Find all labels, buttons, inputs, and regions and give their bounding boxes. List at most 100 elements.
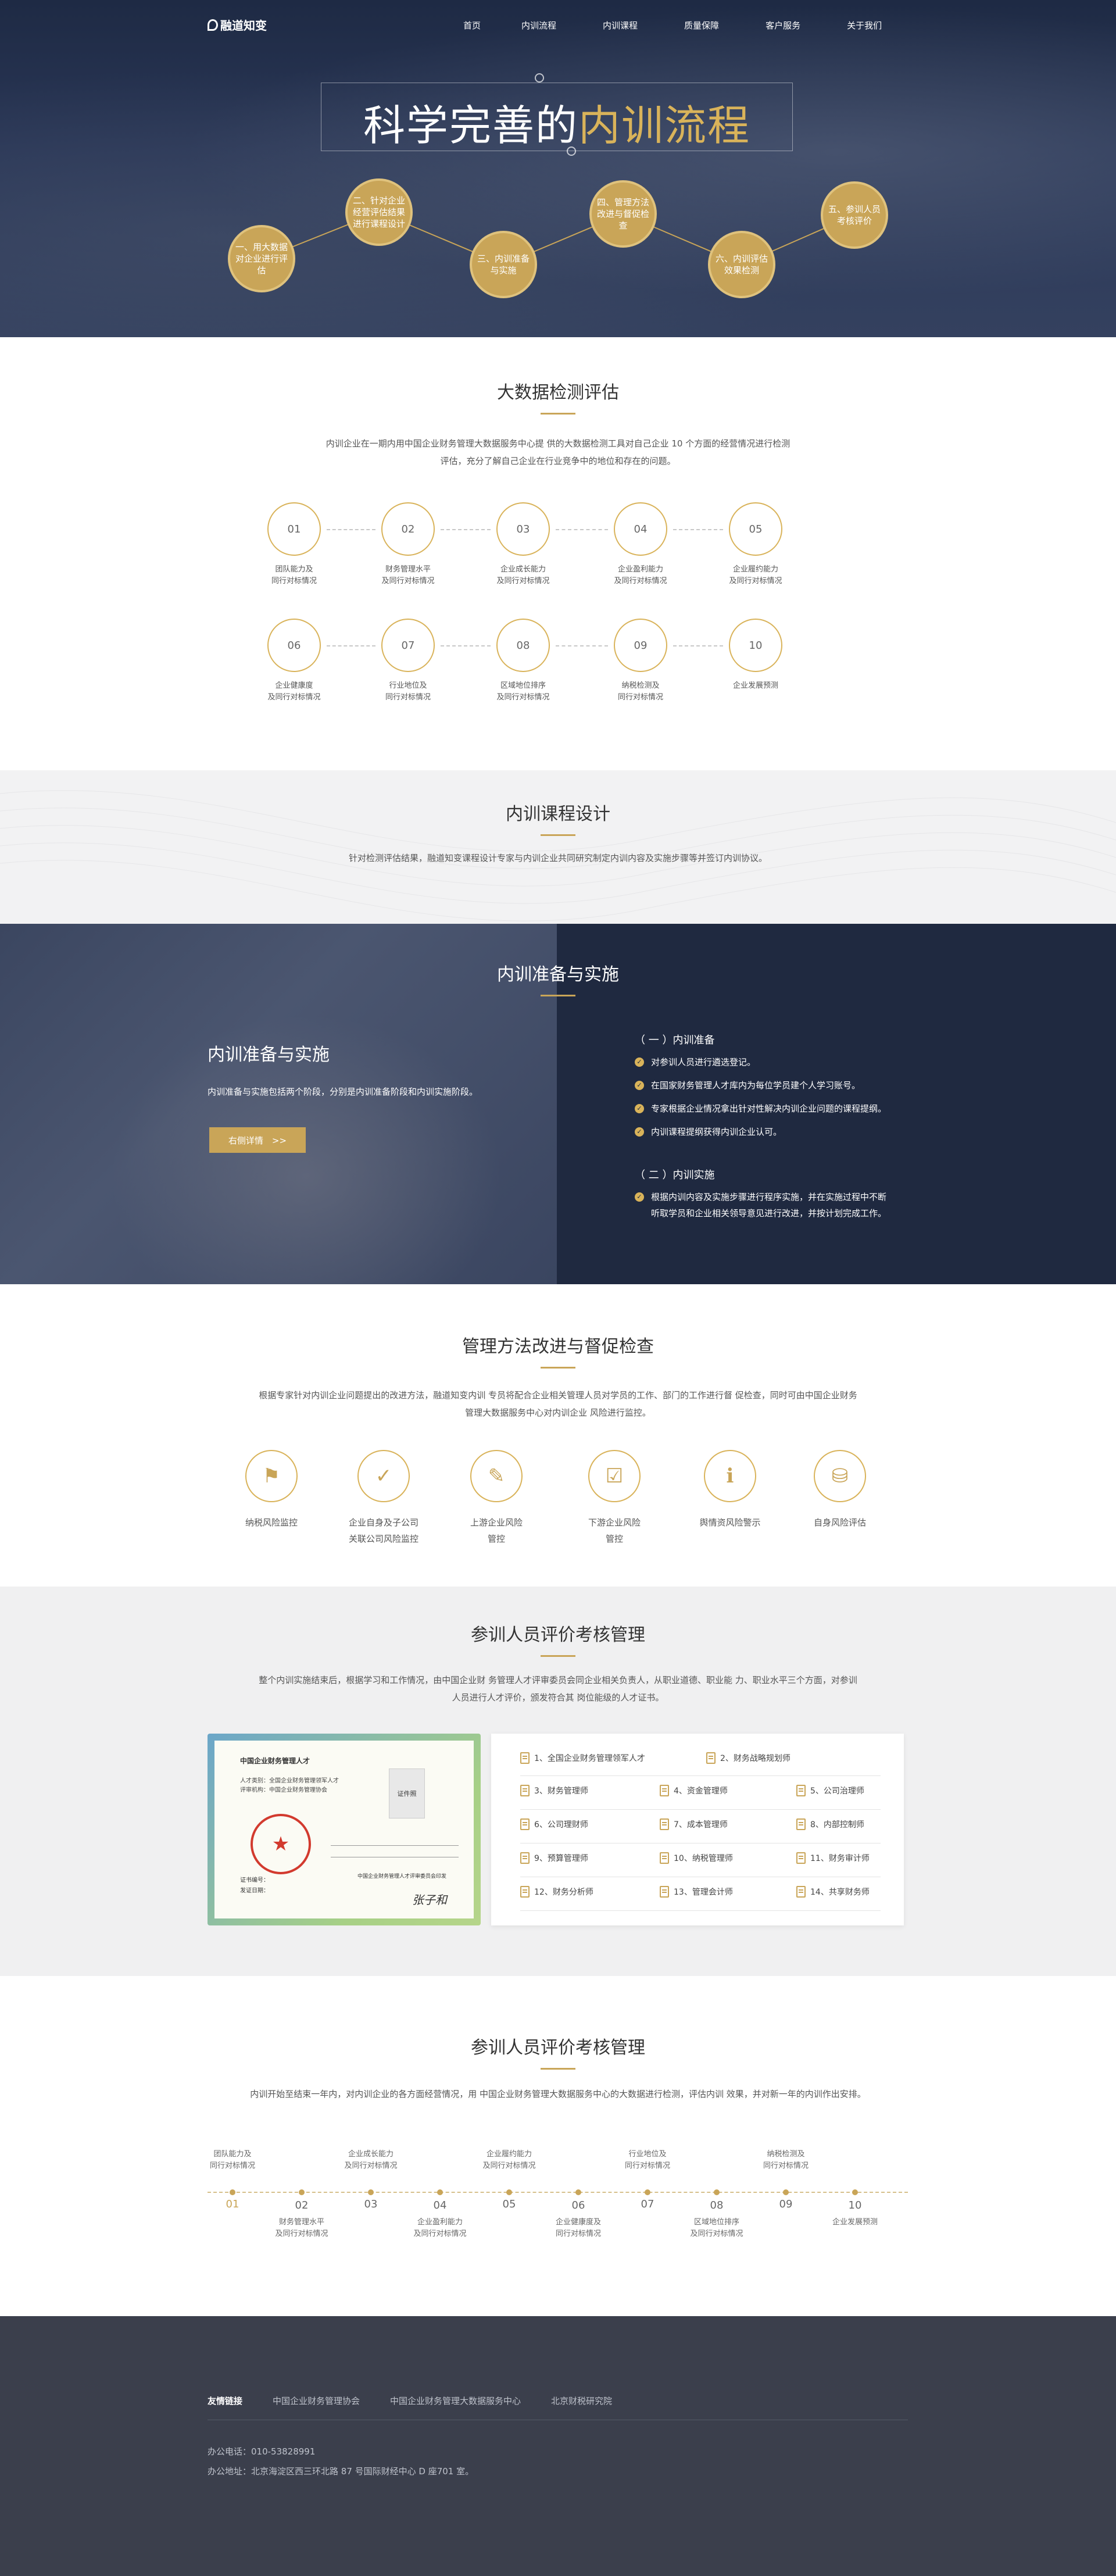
details-button[interactable]: 右侧详情 >> (209, 1127, 306, 1153)
timeline-number: 06 (571, 2199, 585, 2211)
prep-left-desc: 内训准备与实施包括两个阶段，分别是内训准备阶段和内训实施阶段。 (208, 1087, 478, 1097)
talent-item: 4、资金管理师 (660, 1785, 728, 1796)
timeline-dot (368, 2189, 374, 2195)
check-icon: ✓ (635, 1081, 644, 1090)
timeline-label-bottom: 企业盈利能力 及同行对标情况 (394, 2217, 487, 2240)
dashed-connector (327, 529, 375, 530)
mgmt-section: 管理方法改进与督促检查 根据专家针对内训企业问题提出的改进方法，融道知变内训 专… (0, 1284, 1116, 1587)
footer-link[interactable]: 中国企业财务管理大数据服务中心 (390, 2395, 521, 2407)
item-label: 企业成长能力 及同行对标情况 (477, 564, 570, 587)
timeline-dot (230, 2189, 235, 2195)
database-icon: ⛁ (814, 1450, 866, 1502)
label-line1: 纳税风险监控 (245, 1517, 298, 1528)
item-label: 企业发展预测 (709, 680, 802, 692)
prep-part2-title: （ 二 ）内训实施 (635, 1169, 715, 1181)
title-underline (541, 2068, 575, 2070)
prep-section: 内训准备与实施 内训准备与实施 内训准备与实施包括两个阶段，分别是内训准备阶段和… (0, 924, 1116, 1284)
step-3: 三、内训准备与实施 (470, 231, 537, 298)
bigdata-desc: 内训企业在一期内用中国企业财务管理大数据服务中心提 供的大数据检测工具对自己企业… (326, 438, 791, 466)
talent-item-label: 4、资金管理师 (674, 1787, 728, 1796)
timeline-number: 10 (848, 2199, 862, 2211)
item-label-line1: 企业成长能力 (500, 565, 546, 574)
timeline-dot (714, 2189, 720, 2195)
item-circle: 07 (381, 619, 435, 672)
timeline-desc: 内训开始至结束一年内，对内训企业的各方面经营情况，用 中国企业财务管理大数据服务… (250, 2089, 866, 2099)
talent-item: 1、全国企业财务管理领军人才 (520, 1752, 645, 1764)
timeline-label-top: 企业成长能力 及同行对标情况 (324, 2149, 417, 2172)
label-line2: 及同行对标情况 (275, 2230, 328, 2238)
talent-item: 14、共享财务师 (796, 1886, 870, 1898)
document-icon (796, 1818, 806, 1830)
timeline-label-bottom: 财务管理水平 及同行对标情况 (255, 2217, 348, 2240)
map-icon: ⚑ (262, 1464, 281, 1488)
timeline-dot (783, 2189, 789, 2195)
star-icon: ★ (271, 1832, 290, 1856)
label-line1: 企业发展预测 (832, 2218, 878, 2227)
talent-item-label: 7、成本管理师 (674, 1820, 728, 1830)
document-icon (706, 1752, 716, 1764)
cert-heading: 中国企业财务管理人才 (240, 1757, 310, 1765)
eval-title: 参训人员评价考核管理 (471, 1625, 645, 1645)
timeline-dot (506, 2189, 512, 2195)
item-circle: 09 (614, 619, 667, 672)
footer-link[interactable]: 中国企业财务管理协会 (273, 2395, 360, 2407)
mgmt-item-label: 舆情资风险警示 (678, 1514, 782, 1531)
item-label-line2: 同行对标情况 (385, 693, 431, 702)
footer-phone: 办公电话：010-53828991 (208, 2446, 316, 2457)
row-divider (520, 1910, 881, 1911)
dashed-connector (441, 645, 491, 646)
dashed-connector (556, 529, 608, 530)
item-label-line2: 及同行对标情况 (381, 577, 435, 585)
label-line1: 上游企业风险 (470, 1517, 523, 1528)
item-label: 团队能力及 同行对标情况 (248, 564, 341, 587)
item-circle: 08 (496, 619, 550, 672)
talent-item-label: 11、财务审计师 (810, 1854, 870, 1863)
dashed-connector (673, 645, 723, 646)
timeline-dot (852, 2189, 858, 2195)
talent-item-label: 14、共享财务师 (810, 1888, 870, 1897)
links-label: 友情链接 (208, 2396, 243, 2406)
label-line2: 及同行对标情况 (344, 2161, 398, 2170)
footer-link[interactable]: 北京财税研究院 (551, 2395, 612, 2407)
prep-item: ✓ 对参训人员进行遴选登记。 (635, 1054, 886, 1070)
item-circle: 06 (267, 619, 321, 672)
bigdata-section: 大数据检测评估 内训企业在一期内用中国企业财务管理大数据服务中心提 供的大数据检… (0, 337, 1116, 770)
item-label: 区域地位排序 及同行对标情况 (477, 680, 570, 703)
talent-item: 2、财务战略规划师 (706, 1752, 791, 1764)
talent-item: 9、预算管理师 (520, 1852, 588, 1864)
timeline-label-bottom: 企业健康度及 同行对标情况 (532, 2217, 625, 2240)
document-icon (520, 1752, 530, 1764)
item-label-line1: 区域地位排序 (500, 681, 546, 690)
check-icon: ✓ (635, 1104, 644, 1113)
label-line2: 管控 (605, 1534, 623, 1544)
timeline-label-top: 企业履约能力 及同行对标情况 (463, 2149, 556, 2172)
timeline-number: 08 (710, 2199, 724, 2211)
talent-item: 13、管理会计师 (660, 1886, 733, 1898)
item-circle: 10 (729, 619, 782, 672)
info-icon: ℹ (704, 1450, 756, 1502)
label-line1: 舆情资风险警示 (699, 1517, 761, 1528)
step-connectors (262, 211, 855, 266)
timeline-label-bottom: 区域地位排序 及同行对标情况 (670, 2217, 763, 2240)
label-line2: 及同行对标情况 (482, 2161, 536, 2170)
label-line1: 团队能力及 (213, 2150, 252, 2159)
label-line1: 企业自身及子公司 (348, 1517, 419, 1528)
info-icon: ℹ (726, 1464, 734, 1488)
timeline-section: 参训人员评价考核管理 内训开始至结束一年内，对内训企业的各方面经营情况，用 中国… (0, 1976, 1116, 2316)
cert-signature: 张子和 (412, 1893, 447, 1907)
item-label-line1: 财务管理水平 (385, 565, 431, 574)
row-divider (520, 1809, 881, 1810)
doc-edit-icon: ✎ (488, 1464, 505, 1488)
timeline-number: 01 (226, 2198, 239, 2210)
document-icon (520, 1785, 530, 1796)
timeline-label-top: 团队能力及 同行对标情况 (186, 2149, 279, 2172)
item-label: 行业地位及同行对标情况 (362, 680, 455, 703)
timeline-axis (208, 2192, 908, 2193)
timeline-number: 04 (433, 2199, 447, 2211)
cert-photo: 证件照 (389, 1768, 425, 1818)
document-icon (520, 1886, 530, 1898)
label-line2: 管控 (487, 1534, 505, 1544)
document-icon (660, 1852, 669, 1864)
item-label-line1: 行业地位及 (389, 681, 427, 690)
prep-part1-list: ✓ 对参训人员进行遴选登记。 ✓ 在国家财务管理人才库内为每位学员建个人学习账号。 ✓ 专… (635, 1054, 886, 1147)
